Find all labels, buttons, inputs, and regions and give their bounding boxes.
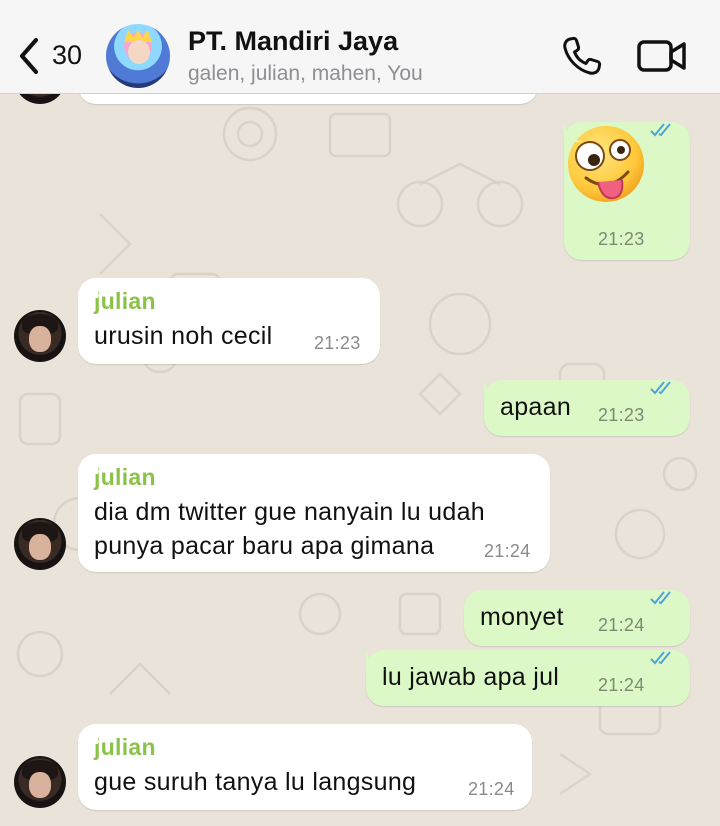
message-time: 21:23 [598, 229, 645, 249]
message-outgoing[interactable]: monyet 21:24 [464, 590, 690, 646]
group-avatar[interactable] [106, 24, 170, 88]
phone-call-icon[interactable] [560, 34, 604, 78]
group-members[interactable]: galen, julian, mahen, You [188, 62, 423, 86]
bubble-tail [564, 122, 584, 142]
message-time: 21:24 [598, 675, 645, 695]
sender-name[interactable]: julian [94, 288, 364, 315]
message-incoming[interactable]: julian dia dm twitter gue nanyain lu uda… [78, 454, 550, 572]
message-time: 21:24 [598, 615, 645, 635]
bubble-tail [78, 278, 98, 298]
chat-area[interactable]: 21:23 julian urusin noh cecil 21:23 apaa… [0, 94, 720, 826]
bubble-tail [366, 650, 386, 670]
unread-count[interactable]: 30 [52, 40, 82, 71]
previous-message-bubble[interactable] [78, 94, 538, 104]
message-time: 21:24 [468, 779, 515, 799]
message-text: apaan [500, 393, 572, 421]
avatar-julian[interactable] [14, 310, 66, 362]
message-time: 21:23 [314, 333, 361, 353]
back-chevron-icon[interactable] [14, 36, 44, 76]
message-time: 21:24 [484, 541, 531, 561]
message-text: lu jawab apa jul [382, 663, 560, 691]
message-text: gue suruh tanya lu langsung [94, 768, 417, 796]
bubble-tail [78, 724, 98, 744]
message-text-line-1: dia dm twitter gue nanyain lu udah [94, 498, 485, 526]
read-ticks-icon [650, 381, 671, 395]
bubble-tail [78, 454, 98, 474]
avatar-julian[interactable] [14, 756, 66, 808]
message-outgoing[interactable]: apaan 21:23 [484, 380, 690, 436]
read-ticks-icon [650, 651, 671, 665]
avatar-julian[interactable] [14, 518, 66, 570]
message-incoming[interactable]: julian urusin noh cecil 21:23 [78, 278, 380, 364]
video-call-icon[interactable] [636, 36, 688, 76]
read-ticks-icon [650, 591, 671, 605]
message-emoji-outgoing[interactable]: 21:23 [564, 122, 690, 260]
message-text: urusin noh cecil [94, 322, 273, 350]
message-outgoing[interactable]: lu jawab apa jul 21:24 [366, 650, 690, 706]
bubble-tail [484, 380, 504, 400]
chat-header: 30 PT. Mandiri Jaya galen, julian, mahen… [0, 0, 720, 94]
sender-name[interactable]: julian [94, 464, 534, 491]
group-title[interactable]: PT. Mandiri Jaya [188, 26, 398, 57]
message-incoming[interactable]: julian gue suruh tanya lu langsung 21:24 [78, 724, 532, 810]
read-ticks-icon [650, 123, 671, 137]
avatar-face [128, 40, 150, 64]
sender-name[interactable]: julian [94, 734, 516, 761]
message-text-line-2: punya pacar baru apa gimana [94, 532, 435, 560]
message-text: monyet [480, 603, 564, 631]
message-time: 21:23 [598, 405, 645, 425]
